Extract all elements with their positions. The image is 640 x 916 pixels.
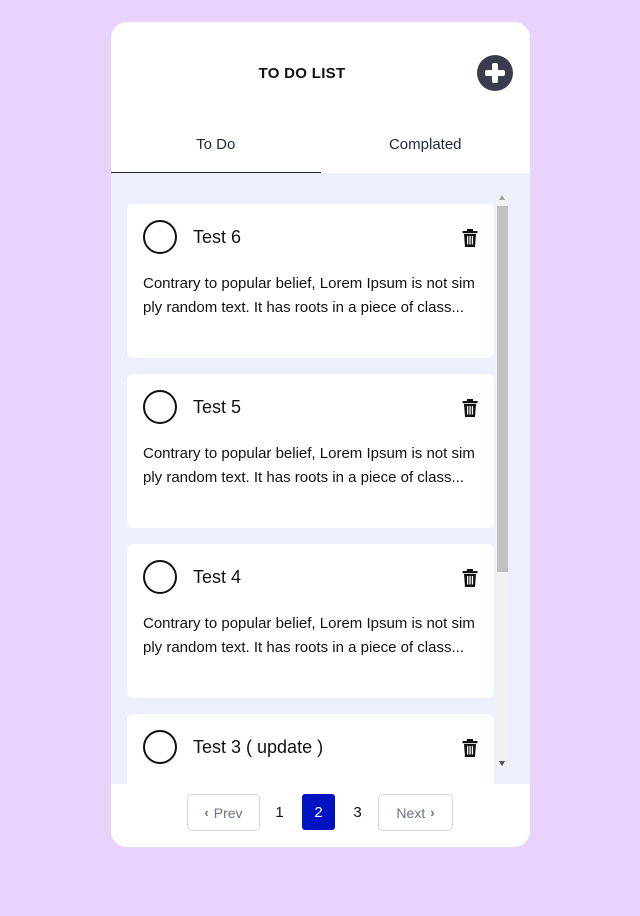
trash-icon[interactable] bbox=[462, 399, 478, 417]
chevron-right-icon: › bbox=[430, 805, 435, 820]
scrollbar-thumb[interactable] bbox=[497, 206, 508, 572]
prev-button[interactable]: ‹ Prev bbox=[187, 794, 260, 831]
item-title: Test 6 bbox=[193, 227, 242, 247]
page-title: TO DO LIST bbox=[258, 65, 346, 82]
list-item: Test 4 Contrary to popular belief, Lorem… bbox=[127, 544, 494, 698]
scroll-up-arrow-icon[interactable] bbox=[499, 195, 505, 200]
item-description: Contrary to popular belief, Lorem Ipsum … bbox=[143, 445, 475, 486]
item-title: Test 5 bbox=[193, 397, 242, 417]
chevron-left-icon: ‹ bbox=[204, 805, 209, 820]
item-title: Test 4 bbox=[193, 567, 242, 587]
trash-icon[interactable] bbox=[462, 229, 478, 247]
complete-checkbox[interactable] bbox=[143, 220, 177, 254]
page-button-1[interactable]: 1 bbox=[263, 794, 296, 830]
complete-checkbox[interactable] bbox=[143, 390, 177, 424]
todo-list: Test 6 Contrary to popular belief, Lorem… bbox=[111, 173, 530, 784]
item-description: Contrary to popular belief, Lorem Ipsum … bbox=[143, 615, 475, 656]
page-button-2[interactable]: 2 bbox=[302, 794, 335, 830]
list-item: Test 3 ( update ) bbox=[127, 714, 494, 784]
complete-checkbox[interactable] bbox=[143, 730, 177, 764]
todo-card: TO DO LIST To Do Complated Test 6 Contra… bbox=[111, 22, 530, 847]
scrollbar[interactable] bbox=[496, 194, 509, 767]
tab-bar: To Do Complated bbox=[111, 122, 530, 173]
list-item: Test 6 Contrary to popular belief, Lorem… bbox=[127, 204, 494, 358]
plus-circle-icon[interactable] bbox=[477, 55, 513, 91]
page-button-3[interactable]: 3 bbox=[341, 794, 374, 830]
tab-completed[interactable]: Complated bbox=[321, 122, 531, 173]
item-description: Contrary to popular belief, Lorem Ipsum … bbox=[143, 275, 475, 316]
header: TO DO LIST bbox=[111, 22, 530, 122]
prev-label: Prev bbox=[213, 804, 243, 821]
trash-icon[interactable] bbox=[462, 739, 478, 757]
trash-icon[interactable] bbox=[462, 569, 478, 587]
tab-todo[interactable]: To Do bbox=[111, 122, 321, 173]
list-item: Test 5 Contrary to popular belief, Lorem… bbox=[127, 374, 494, 528]
complete-checkbox[interactable] bbox=[143, 560, 177, 594]
item-title: Test 3 ( update ) bbox=[193, 737, 324, 757]
scroll-down-arrow-icon[interactable] bbox=[499, 761, 505, 766]
next-label: Next bbox=[396, 804, 426, 821]
next-button[interactable]: Next › bbox=[378, 794, 453, 831]
pagination: ‹ Prev 1 2 3 Next › bbox=[111, 784, 530, 847]
